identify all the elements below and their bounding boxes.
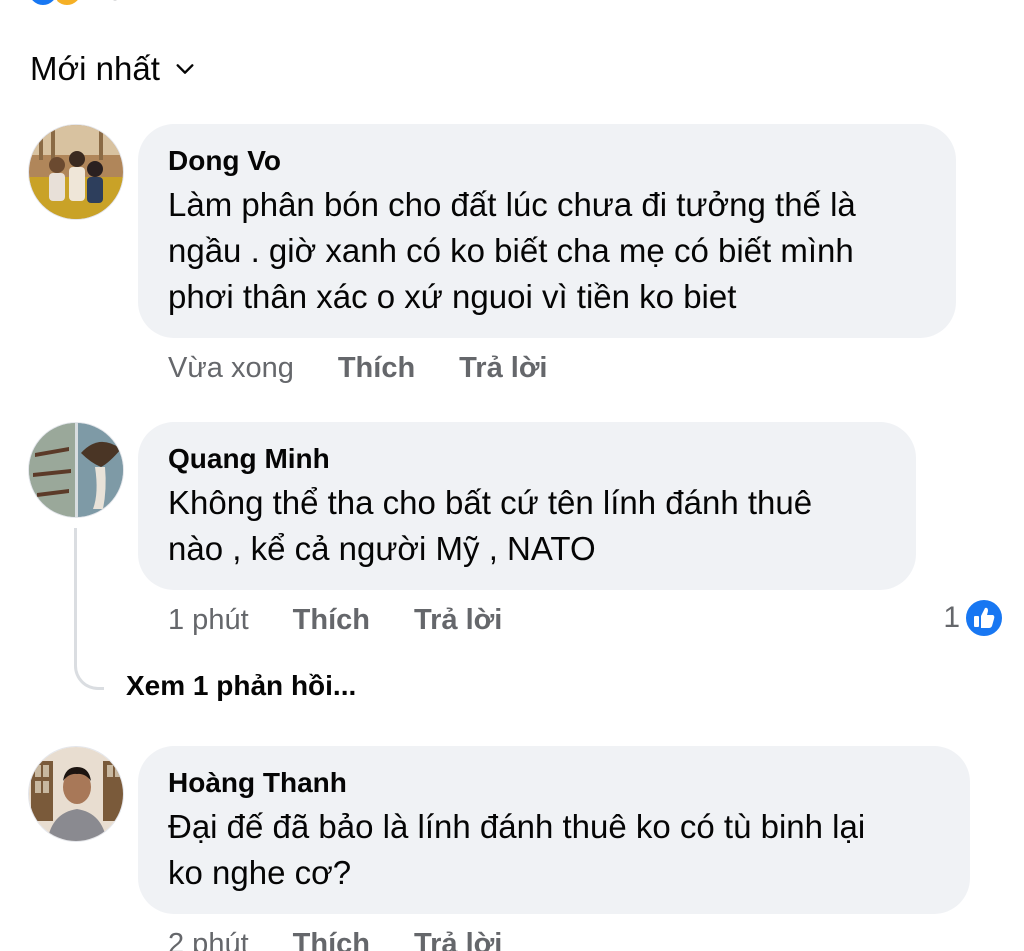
comment-author[interactable]: Quang Minh (168, 442, 886, 476)
comment-reaction-count: 1 (943, 601, 960, 634)
comments-screen: 19 Mới nhất Dong Vo Làm phân bón cho đất… (0, 0, 1024, 951)
like-button[interactable]: Thích (293, 928, 370, 951)
comment-actions: 1 phút Thích Trả lời (168, 604, 546, 637)
comment-actions: 2 phút Thích Trả lời (168, 928, 546, 951)
sort-label: Mới nhất (30, 50, 160, 87)
comment-text: Làm phân bón cho đất lúc chưa đi tưởng t… (168, 186, 856, 315)
like-icon (26, 0, 60, 8)
view-replies-link[interactable]: Xem 1 phản hồi... (126, 670, 356, 702)
like-button[interactable]: Thích (293, 604, 370, 637)
comment-bubble[interactable]: Dong Vo Làm phân bón cho đất lúc chưa đi… (138, 124, 956, 338)
like-button[interactable]: Thích (338, 352, 415, 385)
reply-button[interactable]: Trả lời (414, 928, 502, 951)
chevron-down-icon (176, 64, 194, 74)
reply-button[interactable]: Trả lời (414, 604, 502, 637)
avatar[interactable] (28, 746, 124, 842)
sort-dropdown[interactable]: Mới nhất (30, 50, 196, 88)
avatar-photo (29, 125, 123, 219)
like-icon (964, 598, 1004, 638)
comment-actions: Vừa xong Thích Trả lời (168, 352, 592, 385)
avatar-photo (29, 747, 123, 841)
reaction-count: 19 (92, 0, 123, 7)
comment-reaction-summary[interactable]: 1 (943, 598, 1004, 638)
comment-time[interactable]: 1 phút (168, 604, 249, 637)
post-reactions[interactable]: 19 (26, 0, 123, 8)
comment-time[interactable]: 2 phút (168, 928, 249, 951)
comment-author[interactable]: Hoàng Thanh (168, 766, 940, 800)
comment-bubble[interactable]: Hoàng Thanh Đại đế đã bảo là lính đánh t… (138, 746, 970, 914)
reply-button[interactable]: Trả lời (459, 352, 547, 385)
avatar[interactable] (28, 422, 124, 518)
comment-time[interactable]: Vừa xong (168, 352, 294, 385)
comment-author[interactable]: Dong Vo (168, 144, 926, 178)
avatar[interactable] (28, 124, 124, 220)
comment-text: Không thể tha cho bất cứ tên lính đánh t… (168, 484, 813, 567)
avatar-photo (29, 423, 123, 517)
comment-text: Đại đế đã bảo là lính đánh thuê ko có tù… (168, 808, 866, 891)
reply-thread-line (74, 528, 104, 690)
comment-bubble[interactable]: Quang Minh Không thể tha cho bất cứ tên … (138, 422, 916, 590)
